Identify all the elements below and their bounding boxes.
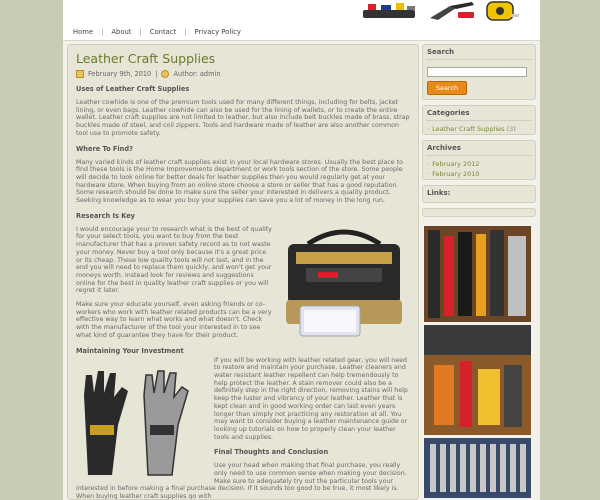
links-widget: Links: xyxy=(422,185,536,203)
nav-contact-link[interactable]: Contact xyxy=(150,28,176,36)
nav-separator: | xyxy=(139,28,142,36)
main-navigation: Home | About | Contact | Privacy Policy xyxy=(63,24,540,41)
search-input[interactable] xyxy=(427,67,527,77)
work-gloves-image xyxy=(84,369,189,476)
post-meta: February 9th, 2010 | Author: admin xyxy=(76,70,410,78)
archive-link[interactable]: February 2012 xyxy=(432,160,479,168)
page-container: Home | About | Contact | Privacy Policy … xyxy=(63,0,540,500)
tools-photo-2 xyxy=(424,325,531,435)
header-banner xyxy=(63,0,540,24)
widget-title: Links: xyxy=(427,189,451,197)
pliers-image xyxy=(430,2,474,20)
sidebar: Search Search Categories · Leather Craft… xyxy=(422,44,536,222)
tape-measure-image xyxy=(486,1,519,21)
tools-photo-3 xyxy=(424,438,531,498)
post-title[interactable]: Leather Craft Supplies xyxy=(76,51,410,66)
nav-privacy-link[interactable]: Privacy Policy xyxy=(195,28,241,36)
category-label[interactable]: Leather Craft Supplies xyxy=(432,125,504,133)
nav-separator: | xyxy=(101,28,104,36)
post-date: February 9th, 2010 xyxy=(88,70,152,78)
post-author[interactable]: Author: admin xyxy=(173,70,220,78)
tool-bag-image xyxy=(286,229,402,337)
section-paragraph: Leather cowhide is one of the premium to… xyxy=(76,99,410,137)
calendar-icon xyxy=(76,70,84,78)
section-heading: Where To Find? xyxy=(76,144,133,153)
section-heading: Uses of Leather Craft Supplies xyxy=(76,85,190,93)
nav-about-link[interactable]: About xyxy=(111,28,131,36)
archive-item[interactable]: · February 2010 xyxy=(426,169,532,179)
archive-link[interactable]: February 2010 xyxy=(432,170,479,178)
sidebar-photos xyxy=(424,226,531,500)
meta-separator: | xyxy=(155,70,158,78)
category-item[interactable]: · Leather Craft Supplies (3) xyxy=(426,121,532,134)
section-heading: Research Is Key xyxy=(76,211,135,220)
nav-separator: | xyxy=(184,28,187,36)
archives-widget: Archives · February 2012 · February 2010 xyxy=(422,140,536,180)
section-paragraph: Many varied kinds of leather craft suppl… xyxy=(76,158,403,205)
search-widget: Search Search xyxy=(422,44,536,100)
categories-widget: Categories · Leather Craft Supplies (3) xyxy=(422,105,536,135)
archive-item[interactable]: · February 2012 xyxy=(426,156,532,169)
post-content: Leather Craft Supplies February 9th, 201… xyxy=(67,44,419,500)
widget-title: Archives xyxy=(426,144,532,156)
tools-photo-1 xyxy=(424,226,531,322)
widget-title: Categories xyxy=(426,109,532,121)
tool-set-image xyxy=(363,3,415,18)
nav-home-link[interactable]: Home xyxy=(73,28,93,36)
category-count: (3) xyxy=(506,125,516,133)
author-icon xyxy=(161,70,170,78)
widget-title: Search xyxy=(426,48,532,60)
empty-widget xyxy=(422,208,536,217)
section-heading: Maintaining Your Investment xyxy=(76,346,184,355)
search-button[interactable]: Search xyxy=(427,81,467,95)
